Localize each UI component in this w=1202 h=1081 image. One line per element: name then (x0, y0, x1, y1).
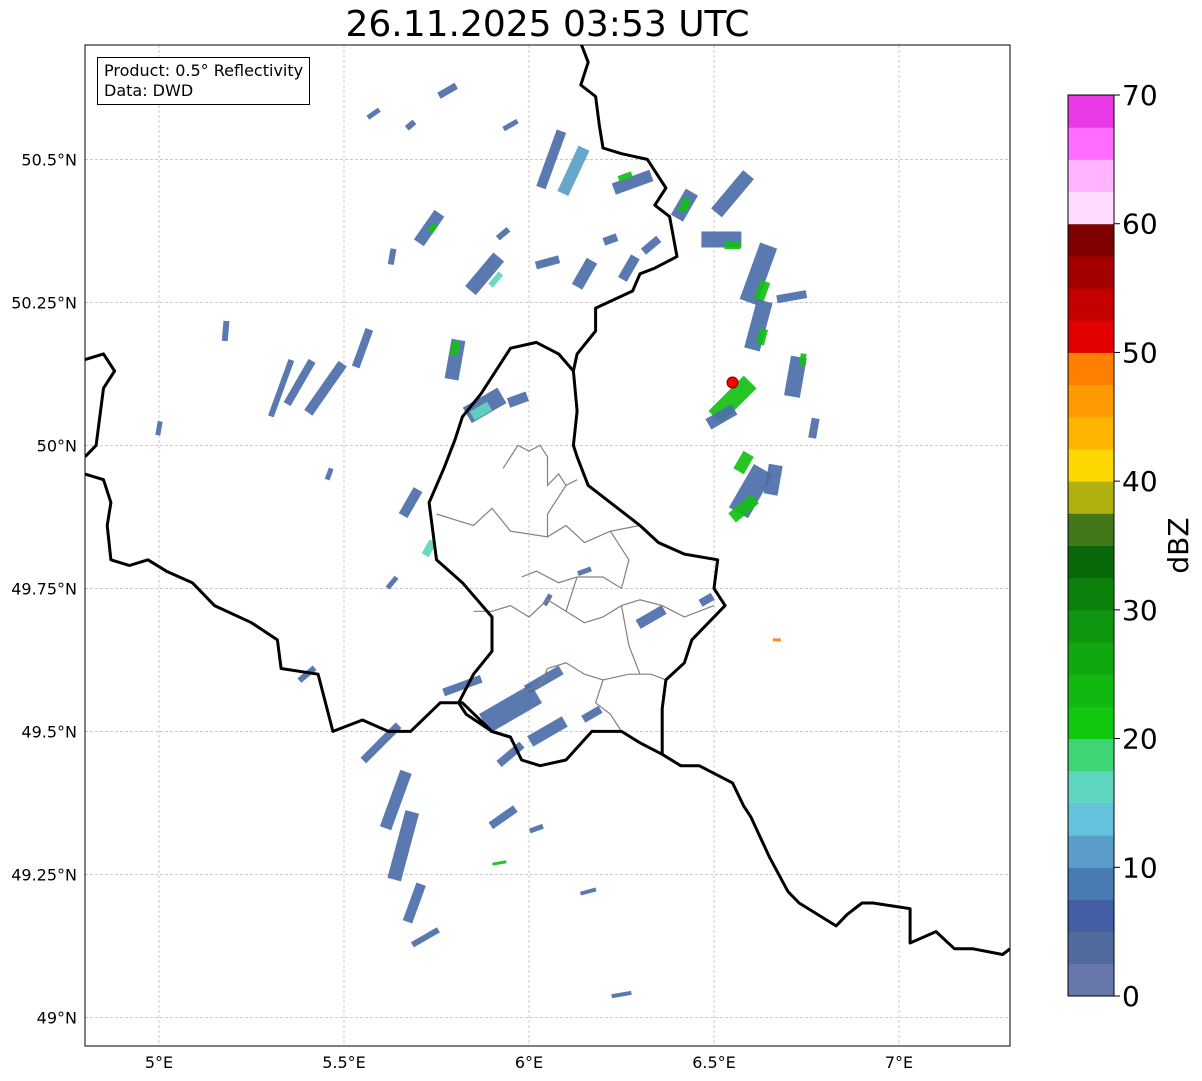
colorbar-segment (1068, 963, 1114, 997)
lat-tick-label: 50.25°N (11, 293, 77, 312)
lat-tick-label: 49.25°N (11, 865, 77, 884)
product-info-box: Product: 0.5° Reflectivity Data: DWD (97, 57, 311, 105)
colorbar-segment (1068, 577, 1114, 611)
colorbar-segment (1068, 931, 1114, 965)
lon-tick-label: 6°E (515, 1053, 543, 1072)
lon-tick-label: 6.5°E (692, 1053, 736, 1072)
colorbar-segment (1068, 545, 1114, 579)
colorbar-segment (1068, 642, 1114, 675)
colorbar-segment (1068, 674, 1114, 707)
colorbar: 0 10 20 30 40 50 60 70 dBZ (1067, 79, 1195, 1013)
colorbar-segment (1068, 899, 1114, 933)
colorbar-segment (1068, 255, 1114, 289)
colorbar-segment (1068, 867, 1114, 900)
colorbar-segment (1068, 448, 1114, 482)
colorbar-segment (1068, 95, 1114, 128)
colorbar-unit-label: dBZ (1162, 517, 1195, 573)
colorbar-tick-label: 30 (1122, 594, 1158, 627)
colorbar-segment (1068, 223, 1114, 257)
map-frame (84, 44, 1011, 1047)
colorbar-tick-label: 60 (1122, 208, 1158, 241)
reflectivity-echo (724, 241, 741, 250)
colorbar-segment (1068, 416, 1114, 450)
colorbar-segment (1068, 384, 1114, 418)
radar-site-marker (726, 376, 739, 389)
lon-tick-label: 7°E (885, 1053, 913, 1072)
lat-tick-label: 50°N (37, 436, 77, 455)
colorbar-segment (1068, 706, 1114, 740)
lat-tick-label: 50.5°N (21, 150, 77, 169)
lat-tick-label: 49.75°N (11, 579, 77, 598)
colorbar-segment (1068, 835, 1114, 868)
colorbar-segment (1068, 191, 1114, 225)
colorbar-segment (1068, 802, 1114, 836)
colorbar-segment (1068, 738, 1114, 772)
colorbar-tick-label: 40 (1122, 465, 1158, 498)
colorbar-segment (1068, 609, 1114, 643)
lon-tick-label: 5°E (145, 1053, 173, 1072)
colorbar-segment (1068, 481, 1114, 514)
colorbar-tick-label: 10 (1122, 851, 1158, 884)
data-source-label: Data: DWD (104, 81, 194, 100)
reflectivity-echo (772, 638, 781, 642)
colorbar-segment (1068, 352, 1114, 386)
radar-map: 5°E 5.5°E 6°E 6.5°E 7°E 50.5°N 50.25°N 50°N 49.7… (11, 44, 1195, 1072)
colorbar-segment (1068, 770, 1114, 804)
colorbar-segment (1068, 288, 1114, 321)
colorbar-tick-label: 70 (1122, 79, 1158, 112)
product-label: Product: 0.5° Reflectivity (104, 61, 304, 80)
colorbar-segment (1068, 513, 1114, 546)
radar-site-dot (726, 376, 739, 389)
lat-tick-label: 49.5°N (21, 722, 77, 741)
lon-tick-label: 5.5°E (322, 1053, 366, 1072)
colorbar-segment (1068, 320, 1114, 353)
colorbar-segment (1068, 127, 1114, 160)
colorbar-tick-label: 0 (1122, 980, 1140, 1013)
colorbar-segment (1068, 159, 1114, 193)
colorbar-tick-label: 50 (1122, 336, 1158, 369)
colorbar-tick-label: 20 (1122, 723, 1158, 756)
lat-tick-label: 49°N (37, 1008, 77, 1027)
